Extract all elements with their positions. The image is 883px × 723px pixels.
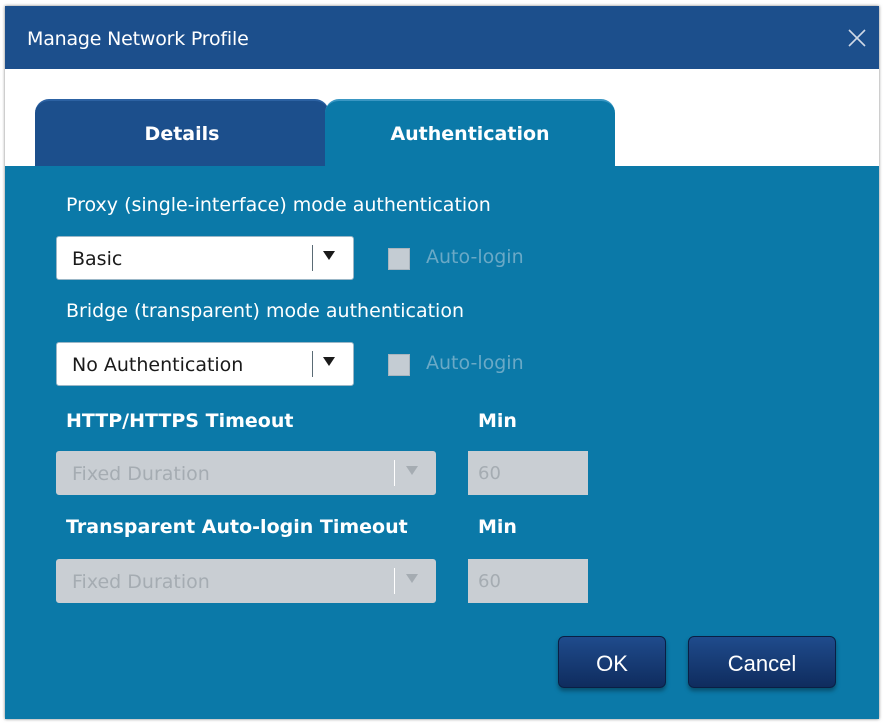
chevron-down-icon	[323, 357, 335, 366]
bridge-auth-select[interactable]: No Authentication	[56, 342, 354, 386]
close-icon	[848, 29, 866, 47]
manage-network-profile-dialog: Manage Network Profile Details Authentic…	[5, 6, 879, 719]
proxy-auth-label: Proxy (single-interface) mode authentica…	[66, 194, 491, 216]
transparent-timeout-select[interactable]: Fixed Duration	[56, 559, 436, 603]
proxy-auth-value: Basic	[72, 248, 123, 270]
transparent-timeout-value: Fixed Duration	[72, 571, 210, 593]
http-timeout-label: HTTP/HTTPS Timeout	[66, 410, 294, 432]
bridge-auth-value: No Authentication	[72, 354, 244, 376]
cancel-button[interactable]: Cancel	[688, 636, 836, 688]
proxy-auth-select[interactable]: Basic	[56, 236, 354, 280]
select-divider	[394, 568, 395, 594]
tab-details[interactable]: Details	[35, 99, 329, 166]
close-button[interactable]	[845, 26, 869, 50]
proxy-autologin-checkbox[interactable]	[388, 248, 410, 270]
select-divider	[312, 245, 313, 271]
tab-strip: Details Authentication	[5, 69, 879, 166]
transparent-timeout-label: Transparent Auto-login Timeout	[66, 516, 408, 538]
http-timeout-select[interactable]: Fixed Duration	[56, 451, 436, 495]
http-timeout-value: Fixed Duration	[72, 463, 210, 485]
transparent-timeout-minutes-input[interactable]	[468, 559, 588, 603]
http-timeout-unit-label: Min	[478, 410, 517, 432]
tab-authentication[interactable]: Authentication	[325, 99, 615, 166]
transparent-timeout-unit-label: Min	[478, 516, 517, 538]
ok-button-label: OK	[596, 651, 628, 676]
bridge-autologin-checkbox[interactable]	[388, 354, 410, 376]
select-divider	[394, 460, 395, 486]
proxy-autologin-label: Auto-login	[426, 246, 524, 268]
tab-authentication-label: Authentication	[390, 123, 550, 145]
cancel-button-label: Cancel	[727, 651, 797, 676]
bridge-autologin-label: Auto-login	[426, 352, 524, 374]
chevron-down-icon	[406, 466, 418, 475]
chevron-down-icon	[323, 251, 335, 260]
bridge-auth-label: Bridge (transparent) mode authentication	[66, 300, 465, 322]
title-bar: Manage Network Profile	[5, 6, 879, 69]
select-divider	[312, 351, 313, 377]
ok-button[interactable]: OK	[558, 636, 666, 688]
chevron-down-icon	[406, 574, 418, 583]
window-title: Manage Network Profile	[27, 28, 249, 50]
tab-details-label: Details	[144, 123, 220, 145]
http-timeout-minutes-input[interactable]	[468, 451, 588, 495]
